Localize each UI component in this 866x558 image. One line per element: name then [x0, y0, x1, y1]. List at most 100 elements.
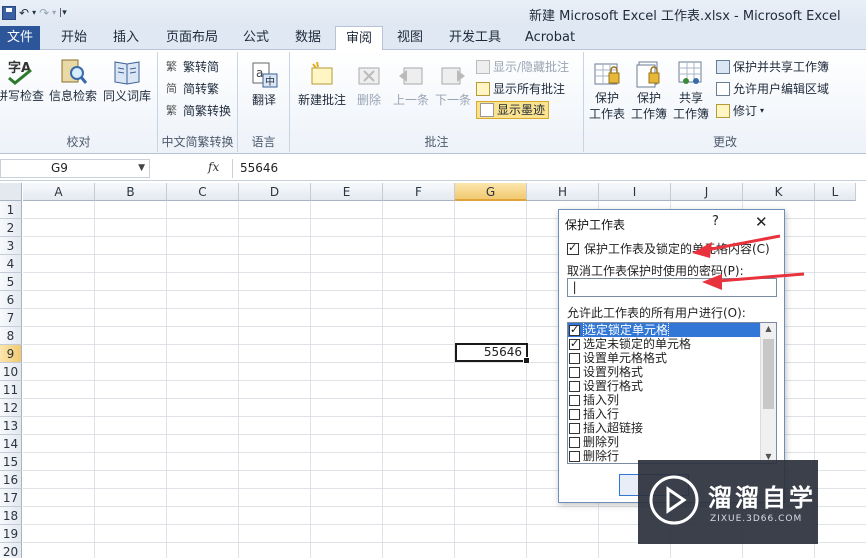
- checkbox[interactable]: [569, 450, 580, 462]
- protect-sheet-button[interactable]: 保护 工作表: [586, 58, 628, 122]
- row-header-5[interactable]: 5: [0, 273, 22, 291]
- tab-data[interactable]: 数据: [286, 26, 330, 50]
- tab-developer[interactable]: 开发工具: [442, 26, 508, 50]
- protect-workbook-button[interactable]: 保护 工作簿: [628, 58, 670, 122]
- formula-input[interactable]: 55646: [232, 159, 866, 178]
- scroll-thumb[interactable]: [763, 339, 774, 409]
- row-header-8[interactable]: 8: [0, 327, 22, 345]
- checkbox[interactable]: [569, 323, 580, 337]
- protect-share-button[interactable]: 保护并共享工作簿: [716, 58, 829, 76]
- checkbox[interactable]: [569, 422, 580, 434]
- column-header-d[interactable]: D: [239, 183, 311, 201]
- tab-review[interactable]: 审阅: [335, 26, 383, 51]
- permission-item[interactable]: 选定锁定单元格: [568, 323, 760, 338]
- row-header-7[interactable]: 7: [0, 309, 22, 327]
- column-header-i[interactable]: I: [599, 183, 671, 201]
- column-header-l[interactable]: L: [815, 183, 856, 201]
- insert-function-icon[interactable]: fx: [208, 160, 219, 174]
- permission-item[interactable]: 删除列: [568, 435, 760, 449]
- undo-icon[interactable]: ↶: [19, 5, 29, 21]
- column-header-k[interactable]: K: [743, 183, 815, 201]
- help-icon[interactable]: ?: [712, 214, 719, 229]
- row-header-19[interactable]: 19: [0, 525, 22, 543]
- to-traditional-button[interactable]: 简 简转繁: [166, 80, 219, 98]
- row-header-17[interactable]: 17: [0, 489, 22, 507]
- row-header-3[interactable]: 3: [0, 237, 22, 255]
- row-header-14[interactable]: 14: [0, 435, 22, 453]
- row-header-2[interactable]: 2: [0, 219, 22, 237]
- show-all-comments-button[interactable]: 显示所有批注: [476, 80, 565, 98]
- permission-item[interactable]: 设置行格式: [568, 379, 760, 393]
- redo-dropdown-icon[interactable]: ▾: [52, 5, 56, 21]
- tab-home[interactable]: 开始: [52, 26, 96, 50]
- redo-icon[interactable]: ↷: [39, 5, 49, 21]
- convert-button[interactable]: 繁 简繁转换: [166, 102, 231, 120]
- tab-page-layout[interactable]: 页面布局: [160, 26, 224, 50]
- permission-item[interactable]: 插入列: [568, 393, 760, 407]
- permission-item[interactable]: 选定未锁定的单元格: [568, 337, 760, 351]
- scroll-up-icon[interactable]: ▲: [761, 323, 776, 335]
- row-header-13[interactable]: 13: [0, 417, 22, 435]
- thesaurus-button[interactable]: 同义词库: [101, 56, 153, 104]
- show-ink-button[interactable]: 显示墨迹: [476, 101, 550, 119]
- customize-qat-icon[interactable]: |▾: [59, 5, 67, 21]
- row-header-20[interactable]: 20: [0, 543, 22, 558]
- checkbox[interactable]: [567, 241, 579, 255]
- tab-acrobat[interactable]: Acrobat: [520, 26, 580, 50]
- column-header-g[interactable]: G: [455, 183, 527, 201]
- new-comment-button[interactable]: 新建批注: [296, 60, 348, 108]
- active-cell[interactable]: 55646: [455, 343, 530, 364]
- checkbox[interactable]: [569, 337, 580, 351]
- permission-item[interactable]: 插入行: [568, 407, 760, 421]
- row-header-10[interactable]: 10: [0, 363, 22, 381]
- select-all-corner[interactable]: [0, 183, 22, 201]
- row-header-18[interactable]: 18: [0, 507, 22, 525]
- row-header-11[interactable]: 11: [0, 381, 22, 399]
- checkbox[interactable]: [569, 408, 580, 420]
- permission-item[interactable]: 设置列格式: [568, 365, 760, 379]
- save-icon[interactable]: [2, 6, 16, 20]
- translate-button[interactable]: a 中 翻译: [244, 60, 284, 108]
- permissions-list[interactable]: 选定锁定单元格选定未锁定的单元格设置单元格格式设置列格式设置行格式插入列插入行插…: [567, 322, 777, 464]
- row-header-12[interactable]: 12: [0, 399, 22, 417]
- close-icon[interactable]: ✕: [755, 213, 768, 231]
- tab-insert[interactable]: 插入: [104, 26, 148, 50]
- tab-view[interactable]: 视图: [388, 26, 432, 50]
- chevron-down-icon[interactable]: ▼: [138, 160, 145, 177]
- checkbox[interactable]: [569, 366, 580, 378]
- permission-item[interactable]: 设置单元格格式: [568, 351, 760, 365]
- row-header-1[interactable]: 1: [0, 201, 22, 219]
- previous-comment-button[interactable]: 上一条: [390, 60, 432, 108]
- column-header-c[interactable]: C: [167, 183, 239, 201]
- row-header-6[interactable]: 6: [0, 291, 22, 309]
- row-header-15[interactable]: 15: [0, 453, 22, 471]
- column-header-f[interactable]: F: [383, 183, 455, 201]
- row-header-16[interactable]: 16: [0, 471, 22, 489]
- spelling-button[interactable]: 字A 拼写检查: [0, 56, 44, 104]
- research-button[interactable]: 信息检索: [48, 56, 98, 104]
- checkbox[interactable]: [569, 394, 580, 406]
- checkbox[interactable]: [569, 352, 580, 364]
- tab-formulas[interactable]: 公式: [234, 26, 278, 50]
- checkbox[interactable]: [569, 380, 580, 392]
- list-scrollbar[interactable]: ▲ ▼: [760, 323, 776, 463]
- column-header-j[interactable]: J: [671, 183, 743, 201]
- column-header-b[interactable]: B: [95, 183, 167, 201]
- show-hide-comment-button[interactable]: 显示/隐藏批注: [476, 58, 569, 76]
- track-changes-button[interactable]: 修订 ▾: [716, 102, 764, 120]
- to-simplified-button[interactable]: 繁 繁转简: [166, 58, 219, 76]
- delete-comment-button[interactable]: 删除: [352, 60, 386, 108]
- checkbox[interactable]: [569, 436, 580, 448]
- share-workbook-button[interactable]: 共享 工作簿: [670, 58, 712, 122]
- next-comment-button[interactable]: 下一条: [432, 60, 474, 108]
- row-header-9[interactable]: 9: [0, 345, 22, 363]
- column-header-e[interactable]: E: [311, 183, 383, 201]
- allow-edit-ranges-button[interactable]: 允许用户编辑区域: [716, 80, 829, 98]
- column-header-a[interactable]: A: [23, 183, 95, 201]
- tab-file[interactable]: 文件: [0, 26, 40, 50]
- undo-dropdown-icon[interactable]: ▾: [32, 5, 36, 21]
- permission-item[interactable]: 插入超链接: [568, 421, 760, 435]
- name-box[interactable]: G9 ▼: [0, 159, 150, 178]
- column-header-h[interactable]: H: [527, 183, 599, 201]
- row-header-4[interactable]: 4: [0, 255, 22, 273]
